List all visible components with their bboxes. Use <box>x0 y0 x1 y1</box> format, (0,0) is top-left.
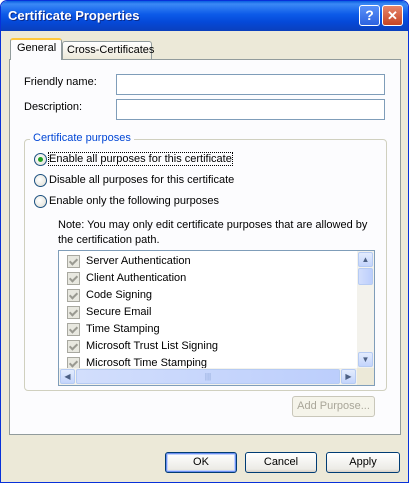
cancel-button[interactable]: Cancel <box>245 452 317 473</box>
help-button[interactable]: ? <box>359 5 380 26</box>
radio-disable-all-label: Disable all purposes for this certificat… <box>49 174 235 186</box>
purpose-label: Microsoft Trust List Signing <box>86 340 219 352</box>
horizontal-scrollbar[interactable]: ◀ ||| ▶ <box>59 368 357 385</box>
tab-general[interactable]: General <box>10 38 62 60</box>
radio-button <box>34 174 47 187</box>
title-bar[interactable]: Certificate Properties ? ✕ <box>1 1 408 31</box>
tab-general-label: General <box>17 42 57 54</box>
close-icon: ✕ <box>387 8 398 23</box>
vertical-scrollbar[interactable]: ▲ ▼ <box>357 251 374 368</box>
description-label: Description: <box>24 101 83 113</box>
purpose-label: Client Authentication <box>86 272 187 284</box>
tab-cross-certificates-label: Cross-Certificates <box>67 44 155 56</box>
scroll-up-button[interactable]: ▲ <box>358 252 373 267</box>
arrow-up-icon: ▲ <box>361 255 370 264</box>
close-button[interactable]: ✕ <box>382 5 403 26</box>
friendly-name-input[interactable] <box>116 74 385 95</box>
certificate-properties-dialog: Certificate Properties ? ✕ General Cross… <box>0 0 409 483</box>
arrow-right-icon: ▶ <box>345 372 352 381</box>
certificate-purposes-title: Certificate purposes <box>30 132 134 144</box>
scrollbar-corner <box>357 368 374 385</box>
checkbox-disabled-checked <box>67 340 80 353</box>
purposes-note: Note: You may only edit certificate purp… <box>58 219 368 246</box>
scroll-right-button[interactable]: ▶ <box>341 369 356 384</box>
arrow-left-icon: ◀ <box>64 372 71 381</box>
checkbox-disabled-checked <box>67 289 80 302</box>
checkbox-disabled-checked <box>67 255 80 268</box>
help-icon: ? <box>365 7 374 23</box>
add-purpose-button[interactable]: Add Purpose... <box>292 396 375 417</box>
scroll-down-button[interactable]: ▼ <box>358 352 373 367</box>
horizontal-scroll-thumb[interactable]: ||| <box>76 369 340 384</box>
description-input[interactable] <box>116 99 385 120</box>
checkbox-disabled-checked <box>67 306 80 319</box>
checkbox-disabled-checked <box>67 323 80 336</box>
purpose-label: Secure Email <box>86 306 152 318</box>
purposes-list[interactable]: Server Authentication Client Authenticat… <box>58 250 375 386</box>
ok-button[interactable]: OK <box>165 452 237 473</box>
radio-button <box>34 195 47 208</box>
radio-button-selected <box>34 153 47 166</box>
tab-cross-certificates[interactable]: Cross-Certificates <box>62 41 155 59</box>
purpose-label: Server Authentication <box>86 255 191 267</box>
radio-enable-all-label: Enable all purposes for this certificate <box>48 152 233 166</box>
purpose-label: Code Signing <box>86 289 153 301</box>
arrow-down-icon: ▼ <box>361 355 370 364</box>
purpose-label: Time Stamping <box>86 323 160 335</box>
checkbox-disabled-checked <box>67 272 80 285</box>
radio-enable-only-label: Enable only the following purposes <box>49 195 220 207</box>
grip-icon: ||| <box>204 372 212 381</box>
scroll-left-button[interactable]: ◀ <box>60 369 75 384</box>
vertical-scroll-thumb[interactable] <box>358 268 373 285</box>
apply-button[interactable]: Apply <box>326 452 400 473</box>
friendly-name-label: Friendly name: <box>24 76 97 88</box>
window-title: Certificate Properties <box>8 8 140 23</box>
